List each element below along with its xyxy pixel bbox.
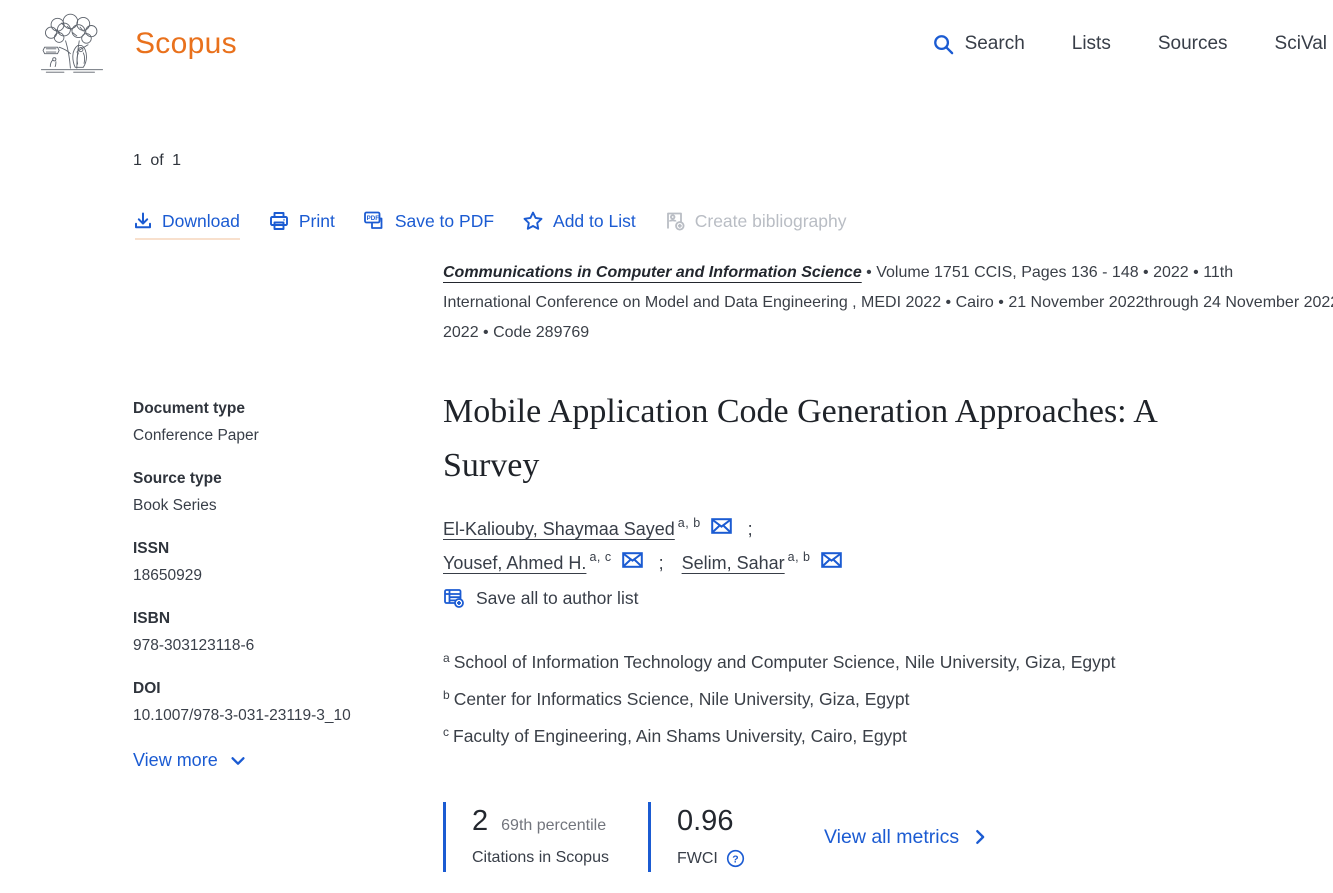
search-icon (932, 33, 955, 56)
chevron-down-icon (229, 752, 247, 770)
author-link-1[interactable]: El-Kaliouby, Shaymaa Sayed (443, 519, 675, 540)
main-nav: Search Lists Sources SciVal (932, 33, 1327, 56)
pubinfo-line1: • Volume 1751 CCIS, Pages 136 - 148 • 20… (866, 264, 1233, 281)
view-more-button[interactable]: View more (133, 750, 443, 771)
doi-value: 10.1007/978-3-031-23119-3_10 (133, 707, 443, 725)
bibliography-icon (664, 210, 686, 232)
affiliation-list: aSchool of Information Technology and Co… (443, 645, 1333, 756)
email-icon[interactable] (622, 552, 643, 568)
document-toolbar: Download Print PDF Save to PDF Add to Li… (133, 210, 1333, 232)
author-list: El-Kaliouby, Shaymaa Sayed a, b ; Yousef… (443, 519, 1333, 609)
nav-lists[interactable]: Lists (1072, 33, 1111, 55)
fwci-value: 0.96 (677, 805, 733, 838)
document-title: Mobile Application Code Generation Appro… (443, 385, 1258, 493)
author-link-3[interactable]: Selim, Sahar (682, 553, 785, 574)
nav-scival[interactable]: SciVal (1275, 33, 1327, 55)
author-affil-sup-1: a, b (678, 516, 701, 530)
save-all-authors-button[interactable]: Save all to author list (443, 587, 1333, 609)
save-to-pdf-button[interactable]: PDF Save to PDF (363, 210, 494, 232)
help-icon[interactable]: ? (726, 849, 745, 868)
pubinfo-line2: International Conference on Model and Da… (443, 288, 1333, 318)
source-title-link[interactable]: Communications in Computer and Informati… (443, 264, 862, 281)
pdf-icon: PDF (363, 210, 386, 232)
chevron-right-icon (971, 828, 989, 846)
author-list-add-icon (443, 587, 465, 609)
email-icon[interactable] (711, 518, 732, 534)
citations-label: Citations in Scopus (472, 849, 648, 867)
create-bibliography-button[interactable]: Create bibliography (664, 210, 847, 232)
fwci-label: FWCI (677, 850, 718, 868)
nav-search[interactable]: Search (932, 33, 1025, 56)
brand-wordmark: Scopus (135, 27, 237, 61)
print-icon (268, 210, 290, 232)
download-icon (133, 211, 153, 231)
source-type-value: Book Series (133, 497, 443, 515)
doi-label: DOI (133, 680, 443, 698)
citations-metric: 2 69th percentile Citations in Scopus (443, 802, 648, 872)
metrics-panel: 2 69th percentile Citations in Scopus 0.… (443, 802, 1333, 872)
result-pager: 1 of 1 (133, 152, 1333, 170)
citation-count: 2 (472, 805, 488, 838)
source-type-label: Source type (133, 470, 443, 488)
issn-value: 18650929 (133, 567, 443, 585)
view-all-metrics-link[interactable]: View all metrics (824, 826, 989, 849)
fwci-metric: 0.96 FWCI ? (648, 802, 798, 872)
nav-search-label: Search (965, 33, 1025, 55)
isbn-value: 978-303123118-6 (133, 637, 443, 655)
publication-info: Communications in Computer and Informati… (443, 258, 1333, 348)
add-to-list-button[interactable]: Add to List (522, 210, 636, 232)
top-header: Scopus Search Lists Sources SciVal (0, 0, 1333, 82)
star-icon (522, 210, 544, 232)
nav-sources[interactable]: Sources (1158, 33, 1228, 55)
elsevier-tree-logo (35, 13, 109, 75)
affiliation-a: aSchool of Information Technology and Co… (443, 645, 1333, 682)
affiliation-c: cFaculty of Engineering, Ain Shams Unive… (443, 719, 1333, 756)
email-icon[interactable] (821, 552, 842, 568)
download-button[interactable]: Download (133, 211, 240, 232)
document-meta-sidebar: Document type Conference Paper Source ty… (133, 258, 443, 872)
author-separator: ; (748, 519, 753, 540)
print-button[interactable]: Print (268, 210, 335, 232)
citation-percentile: 69th percentile (501, 817, 606, 835)
issn-label: ISSN (133, 540, 443, 558)
svg-text:?: ? (732, 854, 738, 865)
affiliation-b: bCenter for Informatics Science, Nile Un… (443, 682, 1333, 719)
pubinfo-line3: 2022 • Code 289769 (443, 318, 1333, 348)
author-affil-sup-3: a, b (788, 550, 811, 564)
author-link-2[interactable]: Yousef, Ahmed H. (443, 553, 586, 574)
scopus-home-link[interactable]: Scopus (35, 13, 237, 75)
doc-type-value: Conference Paper (133, 427, 443, 445)
author-separator: ; (659, 553, 664, 574)
svg-text:PDF: PDF (366, 215, 379, 222)
isbn-label: ISBN (133, 610, 443, 628)
doc-type-label: Document type (133, 400, 443, 418)
author-affil-sup-2: a, c (589, 550, 611, 564)
